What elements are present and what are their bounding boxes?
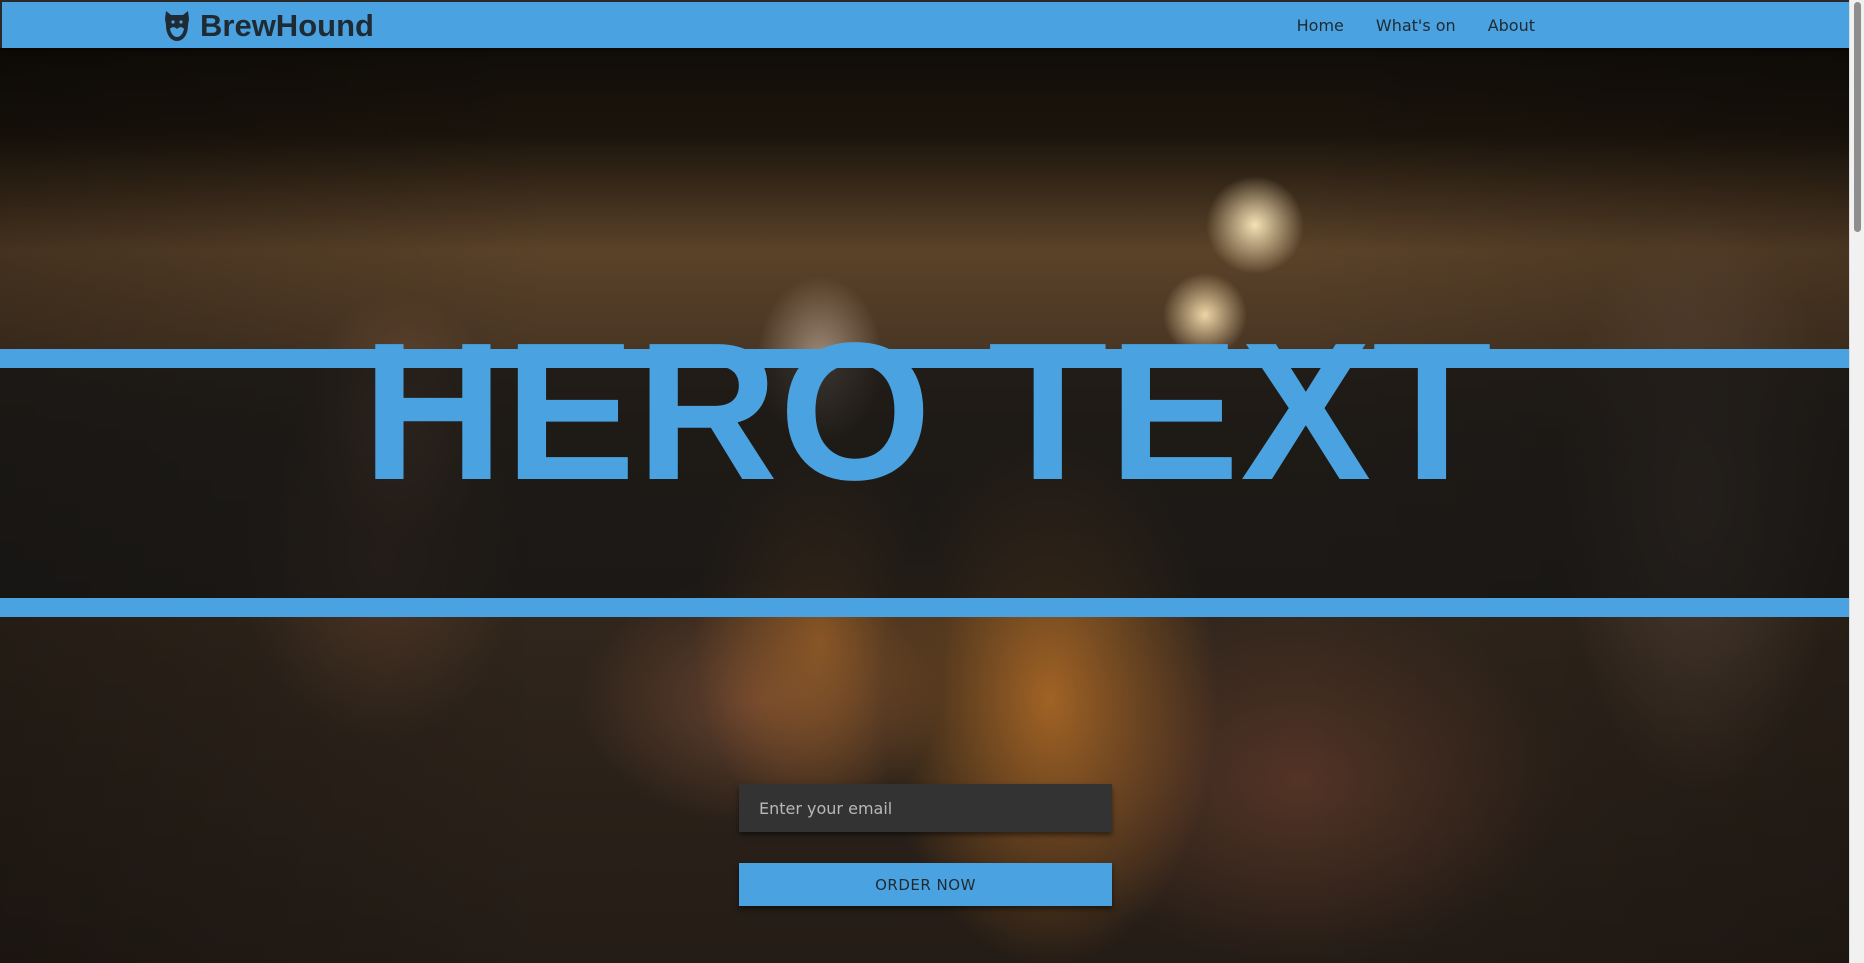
email-input[interactable] <box>739 784 1112 832</box>
hero-headline: HERO TEXT <box>362 302 1493 522</box>
scrollbar-thumb[interactable] <box>1854 2 1861 232</box>
page: BrewHound Home What's on About HERO TEXT… <box>0 0 1864 963</box>
nav-link-about[interactable]: About <box>1488 16 1535 35</box>
hound-logo-icon <box>165 11 189 41</box>
nav-link-whats-on[interactable]: What's on <box>1376 16 1456 35</box>
brand-name: BrewHound <box>200 8 374 43</box>
brand-logo-link[interactable]: BrewHound <box>162 6 374 46</box>
order-now-button[interactable]: ORDER NOW <box>739 863 1112 906</box>
navbar: BrewHound Home What's on About <box>0 0 1849 48</box>
hero-banner: HERO TEXT <box>0 314 1849 617</box>
nav-links: Home What's on About <box>1297 2 1535 48</box>
order-form: ORDER NOW <box>739 784 1112 906</box>
nav-link-home[interactable]: Home <box>1297 16 1344 35</box>
page-scrollbar[interactable] <box>1849 0 1864 963</box>
